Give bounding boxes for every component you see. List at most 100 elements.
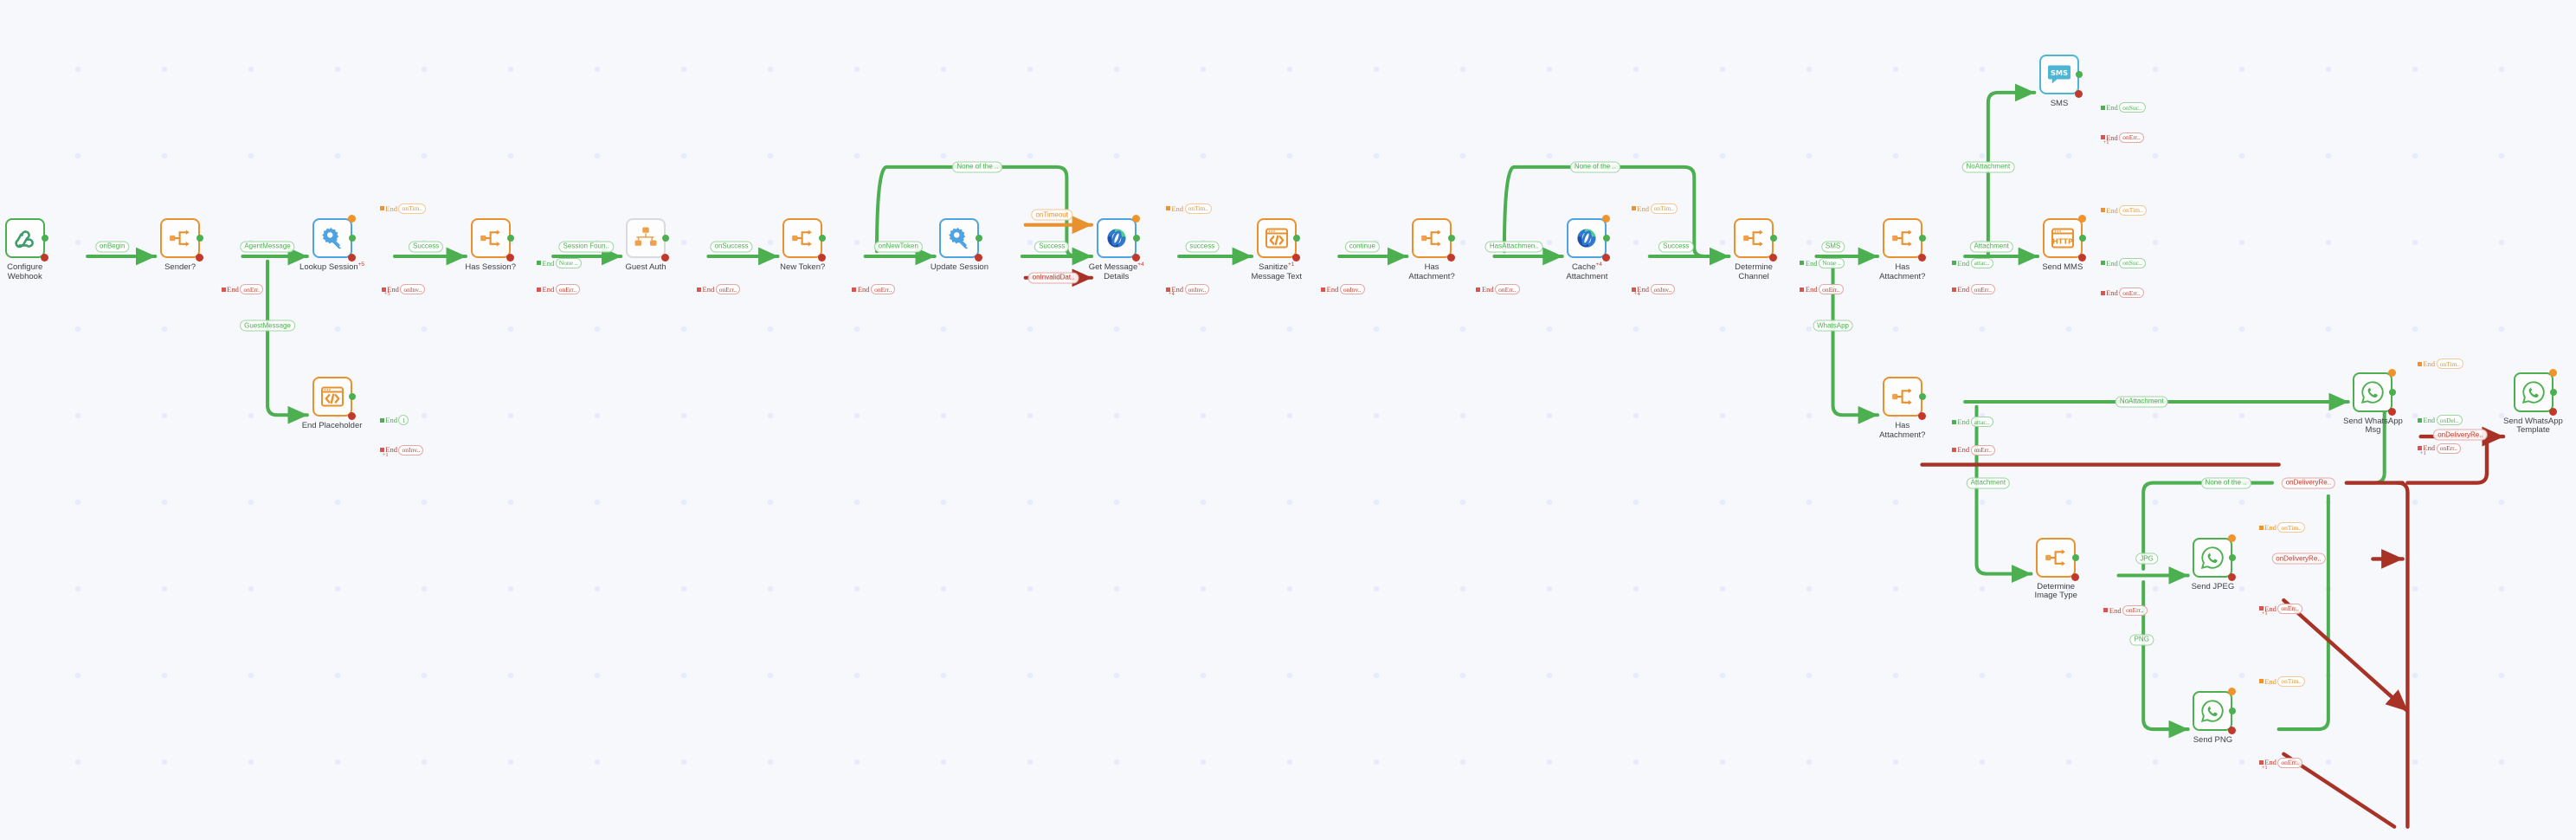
node-body-send-whatsapp-template[interactable]	[2513, 372, 2553, 412]
port-success-has-session[interactable]	[506, 235, 514, 242]
port-timeout-send-whatsapp-template[interactable]	[2548, 368, 2557, 377]
port-error-configure-webhook[interactable]	[40, 254, 48, 262]
node-body-determine-channel[interactable]	[1734, 218, 1774, 259]
node-send-png[interactable]: Send PNG	[2193, 691, 2237, 745]
node-has-session[interactable]: Has Session?	[465, 218, 516, 272]
node-body-has-attachment-1[interactable]	[1412, 218, 1452, 259]
edge-label-AgentMessage[interactable]: AgentMessage	[240, 241, 295, 252]
end-stub-lookup-onInv[interactable]: End onInv.. +5	[381, 284, 426, 297]
port-error-guest-auth[interactable]	[661, 254, 669, 262]
port-success-sms[interactable]	[2076, 71, 2083, 78]
edge-label-onTimeout-update[interactable]: onTimeout	[1031, 209, 1072, 221]
end-stub-sanitize-onInv[interactable]: End onInv..	[1321, 284, 1365, 295]
node-determine-channel[interactable]: Determine Channel	[1734, 218, 1778, 281]
end-stub-pill[interactable]: None ..	[1819, 257, 1845, 268]
port-error-sms[interactable]	[2075, 90, 2083, 98]
node-cache-attachment[interactable]: Cache+4 Attachment	[1566, 218, 1611, 281]
end-stub-pill[interactable]: onErr..	[1970, 444, 1996, 456]
port-error-has-session[interactable]	[506, 254, 514, 262]
port-success-end-placeholder[interactable]	[348, 393, 356, 401]
edge-label-NoneOfThe-img[interactable]: None of the ..	[2200, 477, 2251, 489]
end-stub-cache-onTim[interactable]: End onTim..	[1631, 203, 1678, 214]
node-body-send-jpeg[interactable]	[2193, 537, 2233, 578]
end-stub-pill[interactable]: onTim..	[2277, 675, 2305, 687]
end-stub-getmsg-onInv[interactable]: End onInv.. +4	[1165, 284, 1210, 297]
port-timeout-send-mms[interactable]	[2077, 215, 2086, 223]
node-body-determine-image-type[interactable]	[2036, 537, 2077, 578]
end-stub-pill[interactable]: onTim..	[2277, 522, 2305, 533]
end-stub-pill[interactable]: onErr..	[2122, 604, 2148, 616]
port-error-get-message-details[interactable]	[1131, 254, 1140, 262]
end-stub-pill[interactable]: onInv..	[1339, 284, 1365, 295]
end-stub-pill[interactable]: 1	[398, 415, 409, 426]
edge-label-NoAttachment-3[interactable]: NoAttachment	[2115, 396, 2168, 408]
end-stub-pill[interactable]: onErr..	[2119, 288, 2144, 299]
edge-label-onSuccess-guest[interactable]: onSuccess	[710, 241, 753, 252]
end-stub-detimg-onErr[interactable]: End onErr..	[2103, 604, 2148, 616]
end-stub-pill[interactable]: onErr..	[2436, 443, 2461, 454]
end-stub-pill[interactable]: onDel..	[2436, 415, 2463, 426]
port-timeout-get-message-details[interactable]	[1131, 215, 1140, 223]
node-body-get-message-details[interactable]	[1096, 218, 1137, 259]
end-stub-lookup-onTim[interactable]: End onTim..	[379, 203, 426, 214]
node-body-end-placeholder[interactable]	[312, 377, 352, 417]
node-send-whatsapp-msg[interactable]: Send WhatsApp Msg	[2343, 372, 2403, 435]
node-body-has-attachment-2[interactable]	[1882, 218, 1922, 259]
end-stub-pill[interactable]: onErr..	[1819, 284, 1844, 295]
edge-label-Attachment-3[interactable]: Attachment	[1966, 477, 2011, 489]
edge-label-onDeliveryRe-jpeg[interactable]: onDeliveryRe..	[2271, 552, 2326, 565]
node-body-sanitize-message-text[interactable]	[1256, 218, 1297, 259]
edge-label-Attachment-1[interactable]: Attachment	[1969, 241, 2013, 252]
port-success-determine-image-type[interactable]	[2072, 553, 2080, 561]
end-stub-pill[interactable]: onTim..	[1184, 203, 1213, 214]
port-error-send-whatsapp-template[interactable]	[2548, 407, 2557, 416]
port-success-has-attachment-2[interactable]	[1918, 235, 1926, 242]
end-stub-pill[interactable]: onTim..	[2119, 204, 2147, 216]
end-stub-sms-onSuc[interactable]: End onSuc..	[2100, 102, 2146, 113]
end-stub-pill[interactable]: onErr..	[2277, 603, 2302, 614]
end-stub-pill[interactable]: onSuc..	[2119, 257, 2146, 268]
end-stub-mms-onErr[interactable]: End onErr..	[2100, 288, 2144, 299]
node-body-send-mms[interactable]: HTTP	[2042, 218, 2083, 259]
end-stub-pill[interactable]: attac..	[1970, 257, 1993, 268]
end-stub-endph-1[interactable]: End 1	[379, 415, 409, 426]
port-error-send-jpeg[interactable]	[2228, 572, 2237, 581]
node-body-send-whatsapp-msg[interactable]	[2353, 372, 2393, 412]
end-stub-pill[interactable]: onErr..	[1495, 284, 1520, 295]
edge-label-PNG[interactable]: PNG	[2129, 634, 2154, 646]
edge-label-onNewToken[interactable]: onNewToken	[873, 241, 923, 252]
node-has-attachment-1[interactable]: Has Attachment?	[1408, 218, 1456, 281]
edge-label-GuestMessage[interactable]: GuestMessage	[240, 320, 295, 332]
end-stub-cache-onInv[interactable]: End onInv.. +4	[1631, 284, 1676, 297]
edge-label-JPG[interactable]: JPG	[2135, 552, 2158, 565]
node-has-attachment-2[interactable]: Has Attachment?	[1879, 218, 1926, 281]
end-stub-pill[interactable]: onErr..	[2277, 757, 2302, 768]
node-sms[interactable]: SMS SMS	[2039, 55, 2083, 108]
node-send-whatsapp-template[interactable]: Send WhatsApp Template	[2503, 372, 2563, 435]
node-send-mms[interactable]: HTTP Send MMS	[2042, 218, 2086, 272]
end-stub-pill[interactable]: onSuc..	[2119, 102, 2146, 113]
node-update-session[interactable]: Update Session	[931, 218, 989, 272]
node-end-placeholder[interactable]: End Placeholder	[302, 377, 362, 430]
node-get-message-details[interactable]: Get Message+4 Details	[1089, 218, 1144, 281]
end-stub-pill[interactable]: onErr..	[871, 284, 896, 295]
end-stub-hasatt2-attac[interactable]: End attac..	[1951, 257, 1993, 268]
end-stub-pill[interactable]: onInv..	[1184, 284, 1210, 295]
edge-label-NoAttachment-1[interactable]: NoAttachment	[1961, 161, 2015, 173]
end-stub-sender-onErr[interactable]: End onErr.	[221, 284, 263, 295]
edge-label-onDeliveryRe-wamsg[interactable]: onDeliveryRe..	[2433, 429, 2488, 441]
edge-label-Success-cache[interactable]: Success	[1658, 241, 1694, 252]
node-lookup-session[interactable]: Lookup Session+5	[299, 218, 364, 272]
port-timeout-send-jpeg[interactable]	[2228, 533, 2237, 542]
end-stub-png-onErr[interactable]: End onErr.. +1	[2258, 757, 2302, 771]
node-new-token[interactable]: New Token?	[780, 218, 827, 272]
node-body-sms[interactable]: SMS	[2039, 55, 2079, 94]
node-guest-auth[interactable]: Guest Auth	[625, 218, 669, 272]
node-send-jpeg[interactable]: Send JPEG	[2192, 537, 2237, 591]
edge-label-SessionFound[interactable]: Session Foun..	[558, 241, 614, 252]
node-body-sender[interactable]	[160, 218, 201, 259]
node-body-update-session[interactable]	[939, 218, 980, 259]
end-stub-hasatt3-attac[interactable]: End attac..	[1951, 417, 1993, 428]
end-stub-pill[interactable]: onErr..	[1970, 284, 1996, 295]
end-stub-pill[interactable]: onInv..	[398, 444, 424, 456]
